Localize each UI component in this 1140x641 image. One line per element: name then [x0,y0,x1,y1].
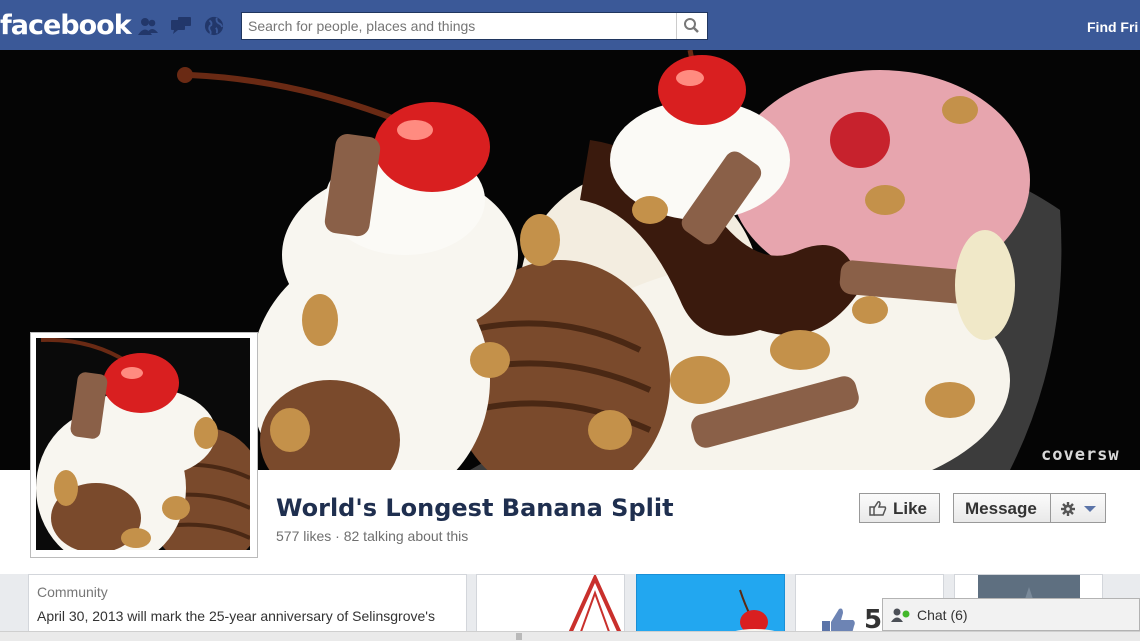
stats-separator: · [331,528,344,544]
profile-picture[interactable] [31,333,257,557]
cover-watermark: coversw [1041,445,1120,465]
message-button-label: Message [965,499,1037,518]
page-category: Community [37,584,108,600]
chat-sidebar-toggle[interactable]: Chat (6) [882,598,1140,631]
facebook-logo[interactable]: facebook [0,10,132,41]
notifications-globe-icon[interactable] [203,16,225,36]
page-title: World's Longest Banana Split [276,494,674,522]
likes-count[interactable]: 577 likes [276,528,331,544]
thumbs-up-icon [869,501,887,516]
chevron-down-icon [1084,506,1096,512]
like-page-button[interactable]: Like [859,493,940,523]
search-input[interactable] [248,17,668,35]
like-button-label: Like [893,499,928,518]
top-navigation-bar: facebook Find Fri [0,0,1140,51]
search-button[interactable] [676,13,707,39]
scrollbar-grip-icon [516,633,522,640]
friend-requests-icon[interactable] [137,16,159,36]
messages-icon[interactable] [170,16,192,36]
page-stats: 577 likes · 82 talking about this [276,528,468,544]
horizontal-scrollbar[interactable] [0,631,1140,641]
page-settings-menu-button[interactable] [1050,493,1106,523]
search-icon [684,18,699,33]
message-button[interactable]: Message [953,493,1051,523]
talking-about-count[interactable]: 82 talking about this [344,528,469,544]
page-description: April 30, 2013 will mark the 25-year ann… [37,608,435,624]
search-box [241,12,708,40]
chat-friends-icon [891,608,910,622]
find-friends-link[interactable]: Find Fri [1087,19,1138,35]
chat-label: Chat (6) [917,607,968,623]
gear-icon [1061,502,1075,516]
banana-split-profile-image [36,338,250,550]
